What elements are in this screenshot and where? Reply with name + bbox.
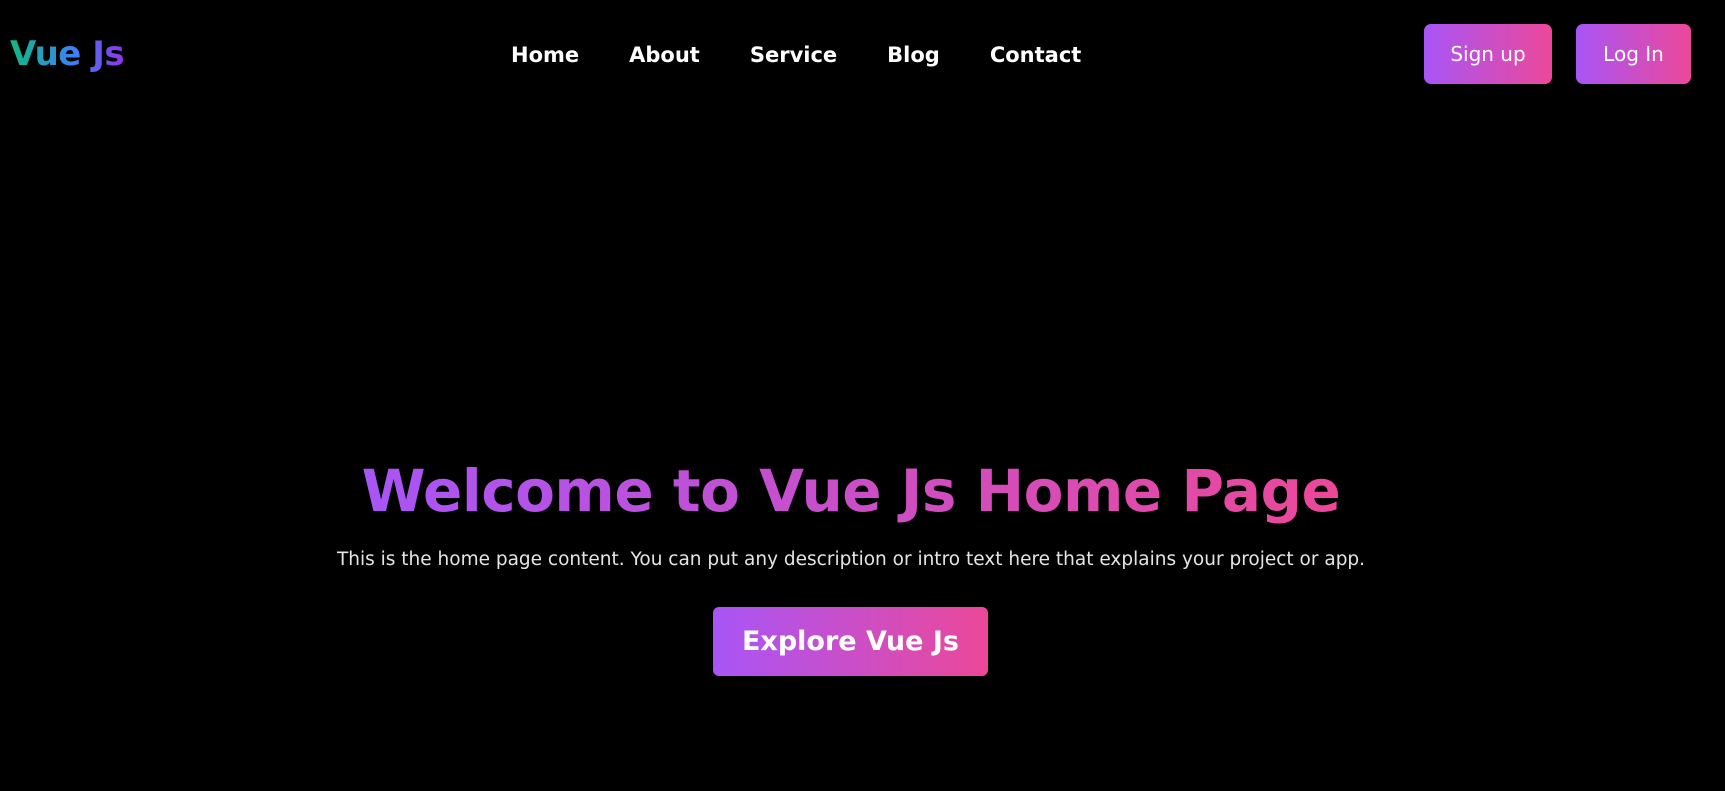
explore-button[interactable]: Explore Vue Js bbox=[713, 607, 988, 676]
main-nav: Home About Service Blog Contact bbox=[511, 38, 1081, 72]
signup-button[interactable]: Sign up bbox=[1424, 24, 1552, 84]
site-logo[interactable]: Vue Js bbox=[10, 31, 125, 77]
nav-link-home[interactable]: Home bbox=[511, 38, 579, 72]
hero-description: This is the home page content. You can p… bbox=[336, 549, 1366, 570]
nav-link-about[interactable]: About bbox=[629, 38, 700, 72]
page: Vue Js Home About Service Blog Contact S… bbox=[0, 0, 1725, 791]
hero-title: Welcome to Vue Js Home Page bbox=[361, 457, 1341, 525]
login-button[interactable]: Log In bbox=[1576, 24, 1691, 84]
nav-link-contact[interactable]: Contact bbox=[990, 38, 1082, 72]
hero-section: Welcome to Vue Js Home Page This is the … bbox=[0, 455, 1702, 573]
nav-link-blog[interactable]: Blog bbox=[887, 38, 940, 72]
nav-link-service[interactable]: Service bbox=[750, 38, 837, 72]
